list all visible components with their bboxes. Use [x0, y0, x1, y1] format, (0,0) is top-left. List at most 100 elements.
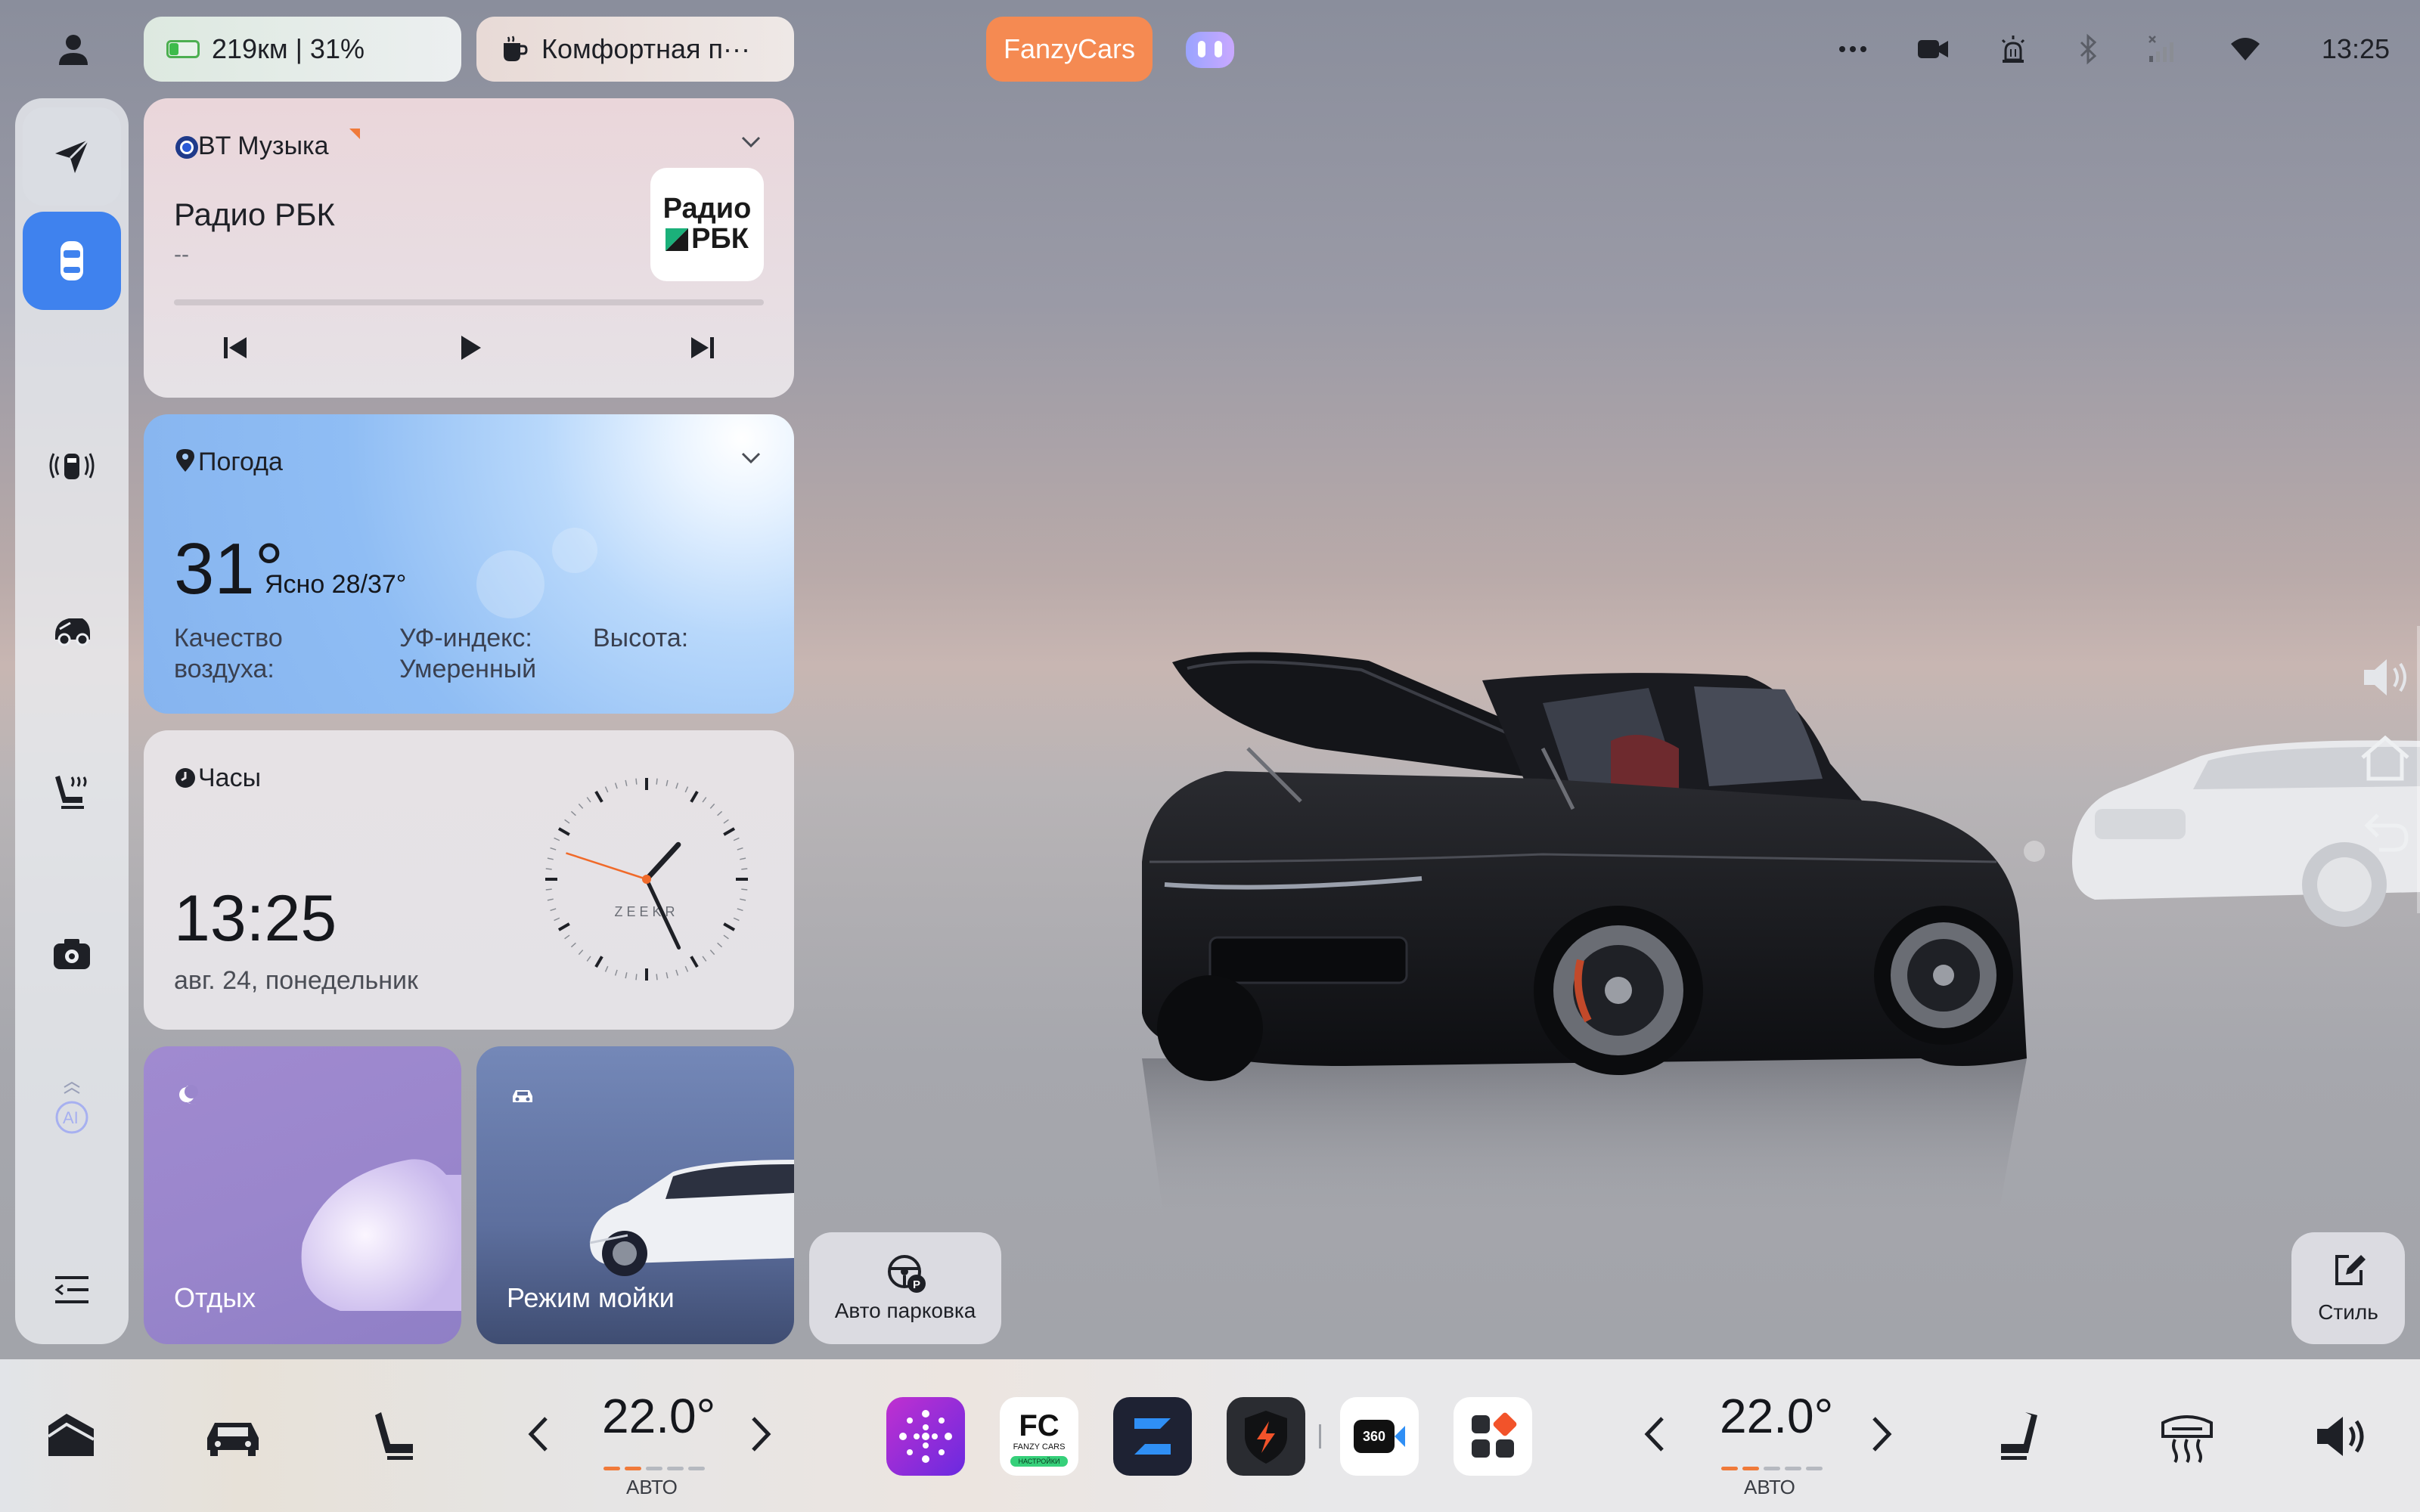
clock-tick [554, 837, 560, 841]
left-temp-down-icon[interactable] [520, 1408, 558, 1461]
drive-mode-pill[interactable]: Комфортная п··· [476, 17, 794, 82]
clock-tick [578, 803, 584, 809]
clock-tick [557, 827, 570, 836]
auto-parking-button[interactable]: P Авто парковка [809, 1232, 1001, 1344]
next-track-icon[interactable] [679, 325, 724, 370]
clock-tick [733, 837, 740, 841]
clock-tick [550, 908, 557, 912]
volume-icon[interactable] [2356, 649, 2414, 706]
alarm-icon[interactable] [1998, 34, 2028, 64]
svg-text:AI: AI [63, 1108, 79, 1127]
clock-tick [723, 827, 736, 836]
clock-second-hand [566, 852, 647, 881]
clock-tick [740, 898, 746, 901]
right-temp-up-icon[interactable] [1862, 1408, 1900, 1461]
wifi-icon[interactable] [2229, 36, 2261, 62]
car-icon[interactable] [203, 1406, 263, 1467]
vehicle-control-icon[interactable] [41, 1406, 101, 1467]
more-icon[interactable] [1838, 45, 1868, 54]
right-temperature: 22.0° [1720, 1389, 1834, 1443]
bluetooth-audio-icon [174, 135, 198, 159]
menu-collapse-icon[interactable] [49, 1267, 95, 1312]
camera-lens [1395, 1426, 1405, 1447]
dots-app-icon [899, 1410, 952, 1463]
vehicle-3d-model[interactable] [1119, 635, 2042, 1225]
clock-tick [570, 942, 576, 948]
driver-assist-icon[interactable] [49, 443, 95, 488]
rail-vehicle-button[interactable] [23, 212, 121, 310]
clock-tick [594, 790, 603, 803]
rear-defrost-icon[interactable] [2157, 1406, 2217, 1467]
range-battery-pill[interactable]: 219км | 31% [144, 17, 461, 82]
clock-tick [702, 956, 707, 962]
clock-tick [690, 956, 699, 968]
front-left-wheel [1157, 975, 1263, 1081]
music-progress-bar[interactable] [174, 299, 764, 305]
air-quality: Качество воздуха: [174, 624, 283, 683]
clock-tick [675, 782, 679, 789]
shield-icon [1245, 1411, 1287, 1464]
bottom-dock: 22.0° АВТО FC FANZY CARS НАСТРОЙКИ 360 2… [0, 1359, 2420, 1512]
camera-360-app[interactable]: 360 [1340, 1397, 1419, 1476]
car-top-view-icon [53, 238, 91, 284]
edit-icon [2329, 1250, 2369, 1290]
edge-handle[interactable] [2417, 626, 2420, 913]
clock-time: 13:25 [174, 882, 337, 955]
chevron-down-icon[interactable] [738, 445, 764, 470]
clock-tick [586, 956, 591, 962]
style-label: Стиль [2318, 1300, 2378, 1324]
left-climate[interactable]: 22.0° АВТО [596, 1385, 747, 1498]
vehicle-body-icon[interactable] [49, 606, 95, 652]
volume-speaker-icon[interactable] [2311, 1406, 2372, 1467]
clock-tick [635, 778, 638, 785]
wash-mode-card[interactable]: Режим мойки [476, 1046, 794, 1344]
clock-tick [723, 922, 736, 931]
right-climate[interactable]: 22.0° АВТО [1714, 1385, 1865, 1498]
left-rail: AI [15, 98, 129, 1344]
z-app-icon [1134, 1418, 1171, 1455]
profile-icon[interactable] [54, 30, 92, 68]
clock-tick [737, 908, 743, 912]
music-card[interactable]: BT Музыка Радио РБК -- Радио РБК [144, 98, 794, 398]
clock-tick [656, 974, 658, 981]
home-icon[interactable] [2356, 730, 2414, 788]
style-button[interactable]: Стиль [2291, 1232, 2405, 1344]
navigation-arrow-icon [51, 135, 93, 178]
app-z[interactable] [1113, 1397, 1192, 1476]
clock-tick [709, 803, 715, 809]
right-climate-mode: АВТО [1744, 1476, 1795, 1498]
left-temp-up-icon[interactable] [741, 1408, 779, 1461]
chevron-down-icon[interactable] [738, 129, 764, 154]
right-temp-down-icon[interactable] [1637, 1408, 1674, 1461]
carousel-dot[interactable] [2024, 841, 2045, 862]
seat-icon[interactable] [366, 1406, 427, 1467]
app-launcher-dots[interactable] [886, 1397, 965, 1476]
clock-tick [604, 786, 609, 793]
ai-assistant-icon[interactable]: AI [49, 1081, 95, 1134]
passenger-seat-icon[interactable] [1987, 1406, 2048, 1467]
previous-track-icon[interactable] [213, 325, 259, 370]
seat-comfort-icon[interactable] [49, 770, 95, 815]
rest-mode-label: Отдых [174, 1282, 256, 1313]
back-icon[interactable] [2356, 801, 2414, 859]
brand-button[interactable]: FanzyCars [986, 17, 1153, 82]
bluetooth-icon[interactable] [2077, 33, 2099, 65]
voice-assistant-icon[interactable] [1183, 27, 1237, 73]
clock-card[interactable]: Часы 13:25 авг. 24, понедельник ZEEKR [144, 730, 794, 1030]
clock-title: Часы [198, 764, 262, 792]
fanzycars-settings-app[interactable]: FC FANZY CARS НАСТРОЙКИ [1000, 1397, 1078, 1476]
clock-tick [614, 969, 618, 976]
all-apps[interactable] [1454, 1397, 1532, 1476]
camera-settings-icon[interactable] [49, 931, 95, 977]
rail-navigation-button[interactable] [23, 107, 121, 206]
dashcam-icon[interactable] [1916, 37, 1950, 61]
rest-mode-card[interactable]: Отдых [144, 1046, 461, 1344]
left-temperature: 22.0° [602, 1389, 716, 1443]
clock-tick [733, 917, 740, 922]
clock-tick [594, 956, 603, 968]
weather-description: Ясно 28/37° [265, 570, 407, 599]
security-app[interactable] [1227, 1397, 1305, 1476]
weather-card[interactable]: Погода 31° Ясно 28/37° Качество воздуха:… [144, 414, 794, 714]
source-indicator [349, 129, 360, 139]
play-icon[interactable] [446, 325, 492, 370]
